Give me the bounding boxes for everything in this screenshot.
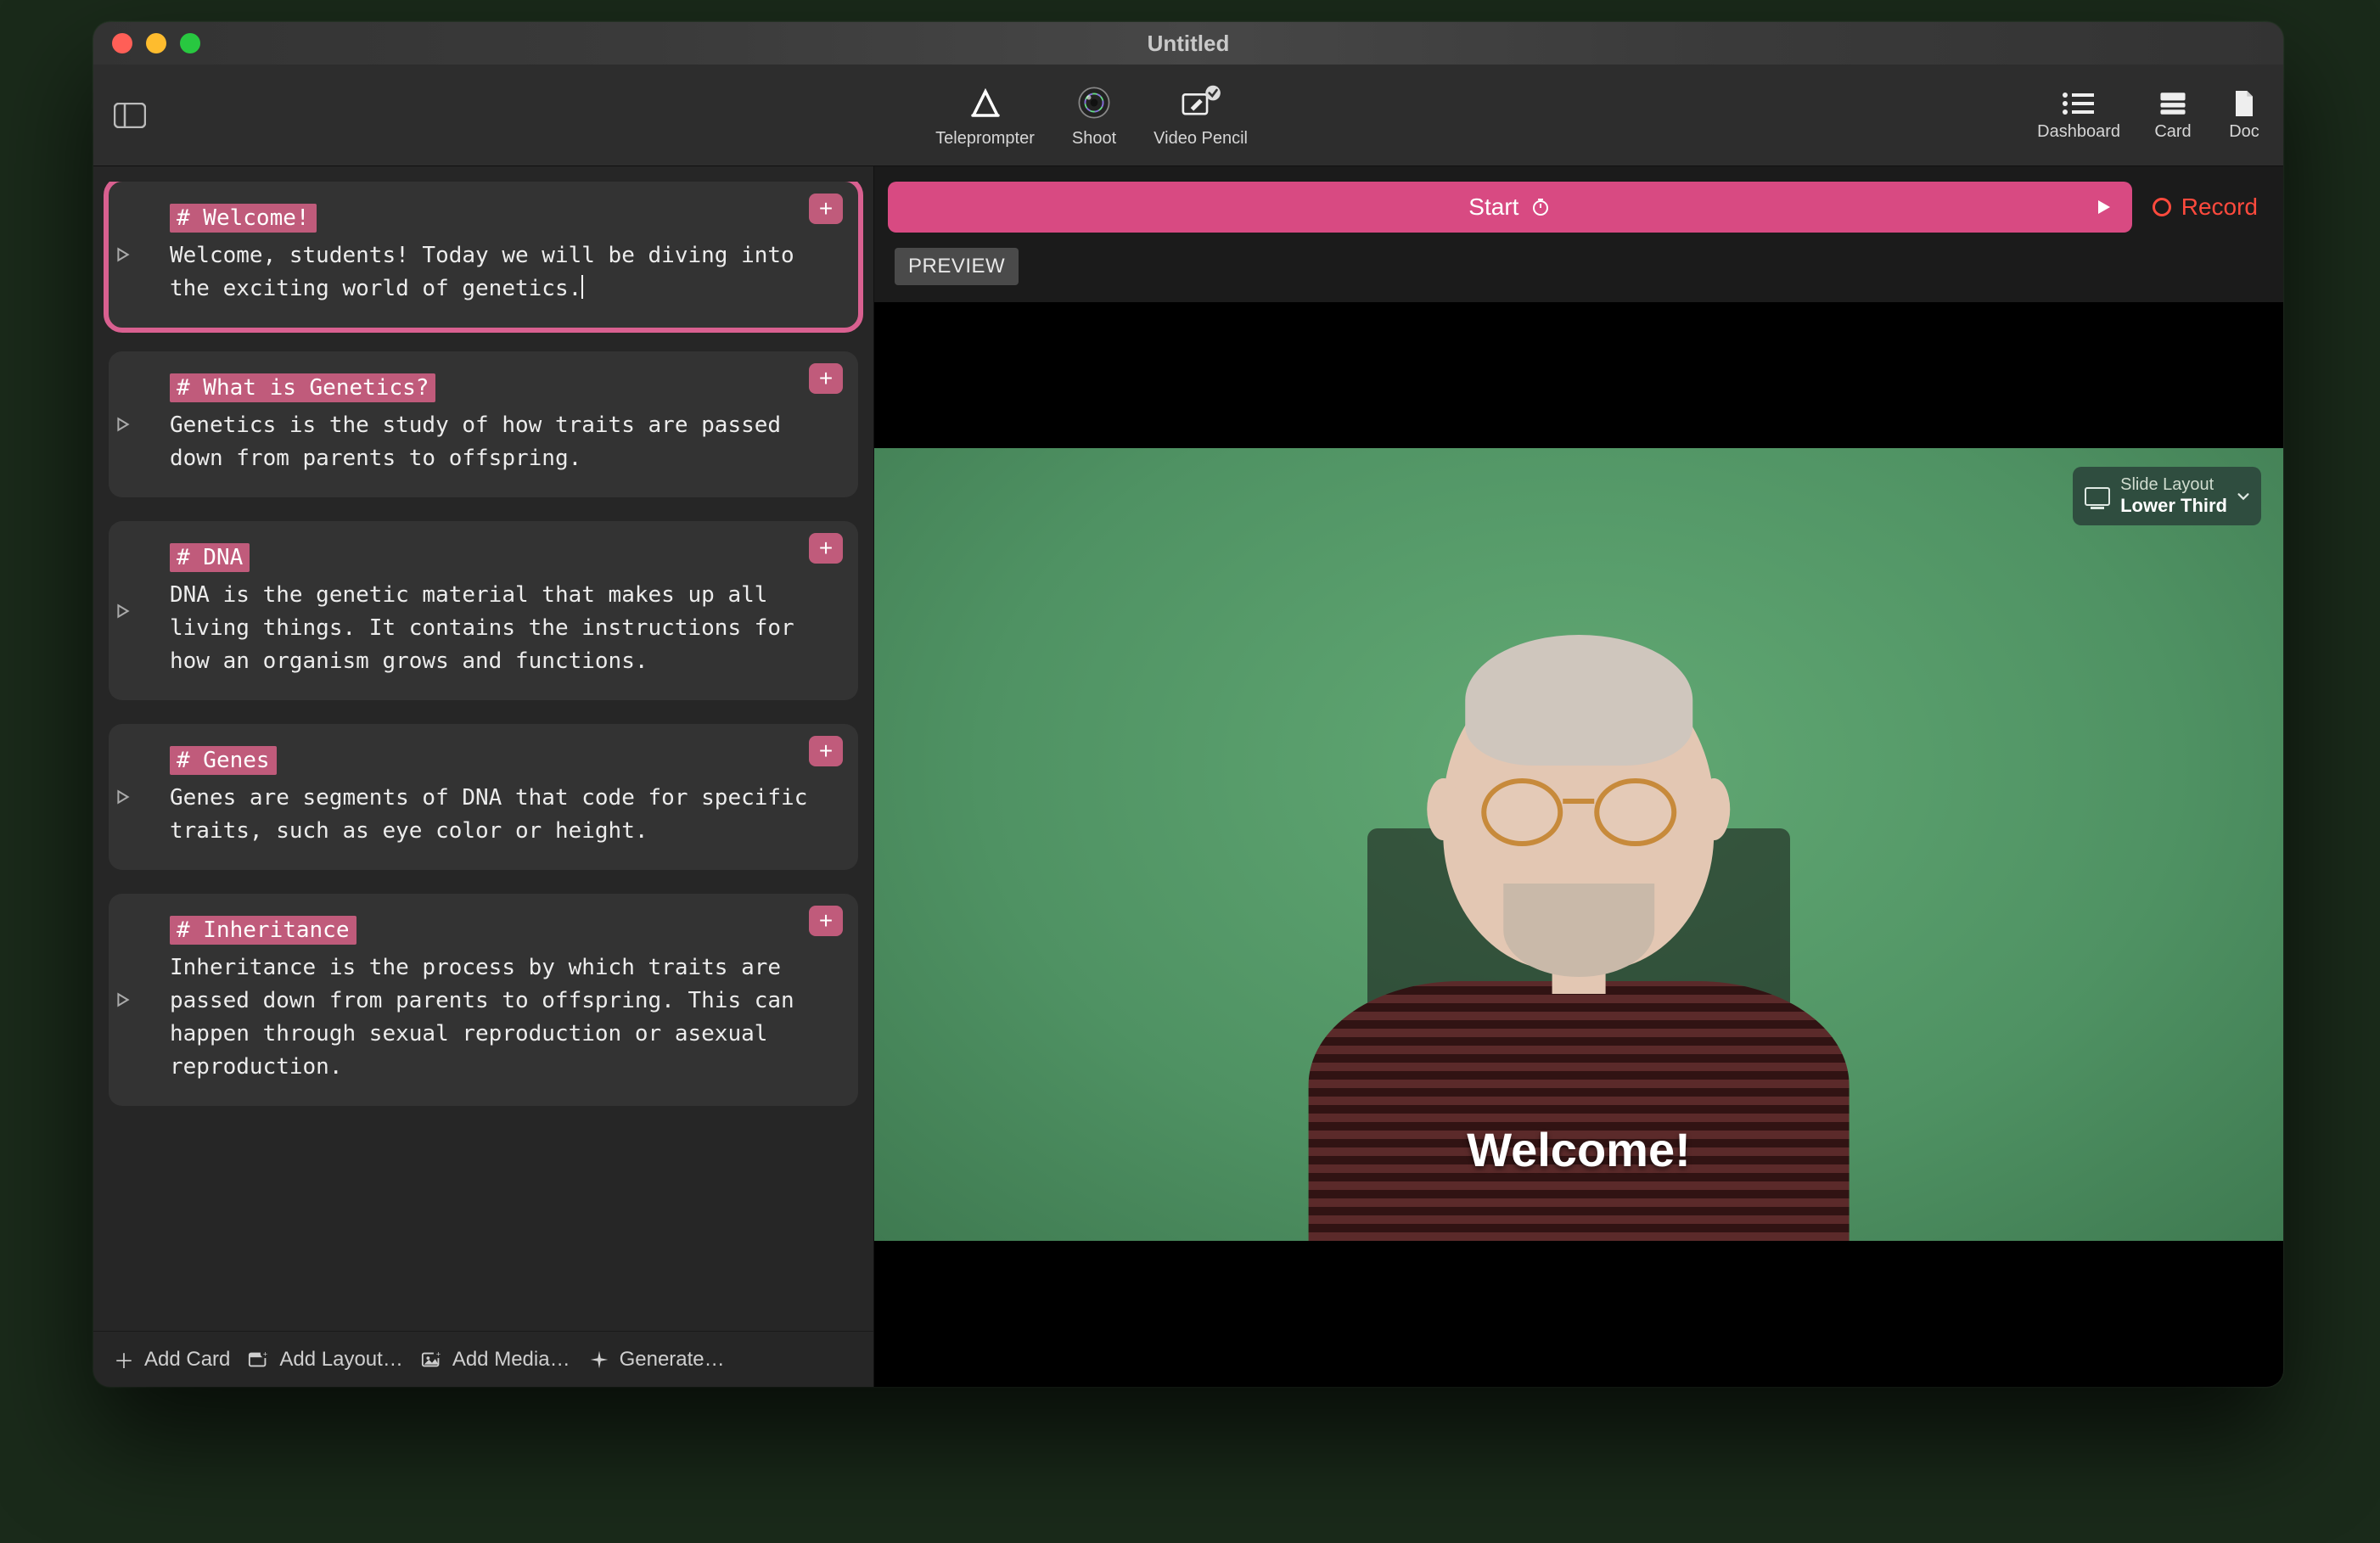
script-pane: + # Welcome! Welcome, students! Today we w… [93, 166, 874, 1387]
record-button[interactable]: Record [2153, 194, 2258, 221]
layout-plus-icon: + [247, 1348, 271, 1372]
card-play-handle[interactable] [115, 417, 131, 432]
app-window: Untitled Teleprompter [93, 22, 2283, 1387]
mode-teleprompter-label: Teleprompter [935, 129, 1035, 149]
card-list: + # Welcome! Welcome, students! Today we w… [93, 182, 873, 1331]
record-icon [2153, 198, 2171, 216]
minimize-window-button[interactable] [146, 33, 166, 53]
add-card-label: Add Card [144, 1348, 230, 1372]
mode-teleprompter-button[interactable]: Teleprompter [935, 81, 1035, 149]
script-card[interactable]: + # Genes Genes are segments of DNA that c… [109, 724, 858, 870]
view-doc-label: Doc [2229, 122, 2259, 142]
script-card[interactable]: + # What is Genetics? Genetics is the stud… [109, 351, 858, 497]
card-play-handle[interactable] [115, 992, 131, 1007]
view-card-button[interactable]: Card [2154, 88, 2192, 142]
lower-third-title: Welcome! [874, 1122, 2283, 1177]
slide-layout-dropdown[interactable]: Slide Layout Lower Third [2073, 467, 2261, 525]
chevron-down-icon [2236, 489, 2251, 504]
card-add-button[interactable]: + [809, 363, 843, 394]
titlebar: Untitled [93, 22, 2283, 65]
start-label: Start [1468, 194, 1518, 221]
video-frame[interactable]: Welcome! Slide Layout Lower Third [874, 448, 2283, 1241]
card-play-handle[interactable] [115, 789, 131, 805]
svg-text:+: + [436, 1349, 441, 1358]
card-heading: # Genes [170, 746, 277, 775]
slide-layout-label: Slide Layout [2120, 475, 2227, 495]
teleprompter-icon [964, 81, 1007, 124]
preview-chip: PREVIEW [895, 248, 1019, 285]
start-row: Start Record [874, 166, 2283, 248]
card-heading: # Inheritance [170, 916, 356, 945]
add-layout-button[interactable]: + Add Layout… [247, 1348, 402, 1372]
card-play-handle[interactable] [115, 247, 131, 262]
card-body[interactable]: Inheritance is the process by which trai… [132, 951, 834, 1084]
camera-lens-icon [1073, 81, 1115, 124]
card-add-button[interactable]: + [809, 736, 843, 766]
plus-icon: ＋ [112, 1348, 136, 1372]
start-button[interactable]: Start [888, 182, 2132, 233]
document-icon [2226, 88, 2263, 119]
list-icon [2060, 88, 2097, 119]
close-window-button[interactable] [112, 33, 132, 53]
view-dashboard-button[interactable]: Dashboard [2037, 88, 2120, 142]
play-icon [2093, 197, 2113, 217]
card-body[interactable]: DNA is the genetic material that makes u… [132, 579, 834, 678]
generate-label: Generate… [620, 1348, 725, 1372]
script-actions: ＋ Add Card + Add Layout… + Add Media… [93, 1331, 873, 1387]
video-area: Welcome! Slide Layout Lower Third [874, 302, 2283, 1387]
view-dashboard-label: Dashboard [2037, 122, 2120, 142]
add-media-label: Add Media… [452, 1348, 570, 1372]
fullscreen-window-button[interactable] [180, 33, 200, 53]
card-body[interactable]: Genes are segments of DNA that code for … [132, 782, 834, 848]
monitor-icon [2085, 487, 2110, 506]
window-title: Untitled [93, 31, 2283, 57]
card-play-handle[interactable] [115, 603, 131, 619]
generate-button[interactable]: Generate… [587, 1348, 725, 1372]
toolbar: Teleprompter Shoot [93, 65, 2283, 166]
card-body[interactable]: Welcome, students! Today we will be divi… [132, 239, 834, 306]
card-heading: # DNA [170, 543, 250, 572]
card-body[interactable]: Genetics is the study of how traits are … [132, 409, 834, 475]
svg-text:+: + [263, 1349, 267, 1358]
script-card[interactable]: + # Welcome! Welcome, students! Today we w… [109, 182, 858, 328]
toggle-sidebar-button[interactable] [114, 103, 146, 128]
media-plus-icon: + [420, 1348, 444, 1372]
card-add-button[interactable]: + [809, 194, 843, 224]
add-media-button[interactable]: + Add Media… [420, 1348, 570, 1372]
window-controls [112, 33, 200, 53]
mode-shoot-label: Shoot [1072, 129, 1116, 149]
slide-layout-value: Lower Third [2120, 495, 2227, 517]
record-label: Record [2181, 194, 2258, 221]
script-card[interactable]: + # DNA DNA is the genetic material that m… [109, 521, 858, 700]
sparkle-icon [587, 1348, 611, 1372]
timer-icon [1530, 197, 1551, 217]
card-heading: # Welcome! [170, 204, 317, 233]
card-add-button[interactable]: + [809, 533, 843, 564]
card-heading: # What is Genetics? [170, 373, 435, 402]
card-add-button[interactable]: + [809, 906, 843, 936]
add-card-button[interactable]: ＋ Add Card [112, 1348, 230, 1372]
mode-videopencil-label: Video Pencil [1154, 129, 1248, 149]
preview-pane: Start Record PREVIEW [874, 166, 2283, 1387]
view-card-label: Card [2154, 122, 2191, 142]
mode-shoot-button[interactable]: Shoot [1072, 81, 1116, 149]
content: + # Welcome! Welcome, students! Today we w… [93, 166, 2283, 1387]
text-caret [581, 275, 583, 299]
mode-videopencil-button[interactable]: Video Pencil [1154, 81, 1248, 149]
script-card[interactable]: + # Inheritance Inheritance is the process… [109, 894, 858, 1106]
add-layout-label: Add Layout… [279, 1348, 402, 1372]
view-doc-button[interactable]: Doc [2226, 88, 2263, 142]
card-stack-icon [2154, 88, 2192, 119]
video-pencil-icon [1180, 81, 1222, 124]
